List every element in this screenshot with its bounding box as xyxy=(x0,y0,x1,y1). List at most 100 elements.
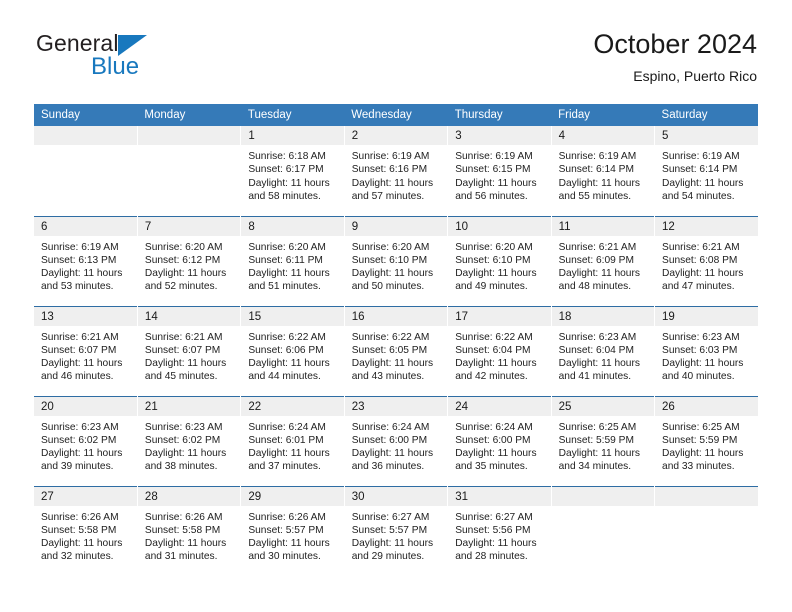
daylight-text-line1: Daylight: 11 hours xyxy=(248,448,330,460)
weekday-header-saturday: Saturday xyxy=(654,104,758,126)
calendar-day-cell[interactable]: 18 Sunrise: 6:23 AM Sunset: 6:04 PM Dayligh… xyxy=(551,305,656,396)
calendar-day-cell-empty xyxy=(137,126,242,216)
daylight-text-line1: Daylight: 11 hours xyxy=(455,358,537,370)
day-sun-info: Sunrise: 6:26 AM Sunset: 5:58 PM Daylight:… xyxy=(138,506,240,564)
daylight-text-line2: and 41 minutes. xyxy=(558,371,632,383)
day-number: 29 xyxy=(241,487,344,506)
weekday-header-monday: Monday xyxy=(137,104,241,126)
day-number: 18 xyxy=(551,307,654,326)
day-sun-info: Sunrise: 6:19 AM Sunset: 6:13 PM Daylight:… xyxy=(34,236,136,294)
sunrise-text: Sunrise: 6:26 AM xyxy=(144,511,223,523)
day-number: 4 xyxy=(551,126,654,145)
sunrise-text: Sunrise: 6:24 AM xyxy=(351,421,430,433)
daylight-text-line2: and 45 minutes. xyxy=(144,371,218,383)
general-blue-logo[interactable]: General Blue xyxy=(36,30,216,86)
calendar-day-cell[interactable]: 17 Sunrise: 6:22 AM Sunset: 6:04 PM Dayligh… xyxy=(447,305,552,396)
daylight-text-line1: Daylight: 11 hours xyxy=(41,448,123,460)
calendar-day-cell[interactable]: 19 Sunrise: 6:23 AM Sunset: 6:03 PM Dayligh… xyxy=(654,305,758,396)
daylight-text-line1: Daylight: 11 hours xyxy=(144,358,227,370)
weekday-header-friday: Friday xyxy=(551,104,655,126)
day-sun-info: Sunrise: 6:23 AM Sunset: 6:04 PM Daylight:… xyxy=(552,326,654,384)
calendar-day-cell[interactable]: 9 Sunrise: 6:20 AM Sunset: 6:10 PM Daylight… xyxy=(344,215,449,306)
day-number: 6 xyxy=(34,217,137,236)
sunset-text: Sunset: 6:01 PM xyxy=(248,434,324,446)
calendar-day-cell[interactable]: 28 Sunrise: 6:26 AM Sunset: 5:58 PM Dayligh… xyxy=(137,485,242,576)
calendar-day-cell[interactable]: 13 Sunrise: 6:21 AM Sunset: 6:07 PM Dayligh… xyxy=(34,305,138,396)
day-number: 25 xyxy=(551,397,654,416)
calendar-day-cell[interactable]: 30 Sunrise: 6:27 AM Sunset: 5:57 PM Dayligh… xyxy=(344,485,449,576)
day-number: 22 xyxy=(241,397,344,416)
daylight-text-line2: and 53 minutes. xyxy=(41,281,114,293)
sunset-text: Sunset: 6:02 PM xyxy=(41,434,117,446)
calendar-day-cell[interactable]: 6 Sunrise: 6:19 AM Sunset: 6:13 PM Daylight… xyxy=(34,215,138,306)
calendar-day-cell[interactable]: 31 Sunrise: 6:27 AM Sunset: 5:56 PM Dayligh… xyxy=(447,485,552,576)
calendar-day-cell[interactable]: 14 Sunrise: 6:21 AM Sunset: 6:07 PM Dayligh… xyxy=(137,305,242,396)
sunset-text: Sunset: 6:09 PM xyxy=(558,254,634,266)
sunset-text: Sunset: 6:08 PM xyxy=(662,254,738,266)
sunset-text: Sunset: 5:57 PM xyxy=(248,524,324,536)
calendar-day-cell[interactable]: 25 Sunrise: 6:25 AM Sunset: 5:59 PM Dayligh… xyxy=(551,395,656,486)
daylight-text-line2: and 35 minutes. xyxy=(455,461,528,473)
calendar-day-cell[interactable]: 11 Sunrise: 6:21 AM Sunset: 6:09 PM Dayligh… xyxy=(551,215,656,306)
day-sun-info: Sunrise: 6:23 AM Sunset: 6:03 PM Daylight:… xyxy=(655,326,758,384)
sunset-text: Sunset: 6:15 PM xyxy=(455,164,531,176)
daylight-text-line1: Daylight: 11 hours xyxy=(558,177,640,189)
day-number xyxy=(137,126,240,145)
weekday-header-wednesday: Wednesday xyxy=(344,104,448,126)
sunset-text: Sunset: 6:00 PM xyxy=(455,434,531,446)
sunrise-text: Sunrise: 6:25 AM xyxy=(662,421,740,433)
calendar-day-cell[interactable]: 24 Sunrise: 6:24 AM Sunset: 6:00 PM Dayligh… xyxy=(447,395,552,486)
daylight-text-line1: Daylight: 11 hours xyxy=(662,448,744,460)
calendar-day-cell[interactable]: 29 Sunrise: 6:26 AM Sunset: 5:57 PM Dayligh… xyxy=(240,485,345,576)
sunset-text: Sunset: 5:59 PM xyxy=(558,434,634,446)
calendar-day-cell[interactable]: 26 Sunrise: 6:25 AM Sunset: 5:59 PM Dayligh… xyxy=(654,395,758,486)
page-title: October 2024 xyxy=(593,29,757,59)
sunset-text: Sunset: 5:56 PM xyxy=(455,524,531,536)
calendar-day-cell[interactable]: 22 Sunrise: 6:24 AM Sunset: 6:01 PM Dayligh… xyxy=(240,395,345,486)
calendar-day-cell[interactable]: 16 Sunrise: 6:22 AM Sunset: 6:05 PM Dayligh… xyxy=(344,305,449,396)
sunset-text: Sunset: 6:05 PM xyxy=(351,344,428,356)
calendar-day-cell[interactable]: 27 Sunrise: 6:26 AM Sunset: 5:58 PM Dayligh… xyxy=(34,485,138,576)
day-sun-info: Sunrise: 6:21 AM Sunset: 6:09 PM Daylight:… xyxy=(552,236,654,294)
calendar-day-cell[interactable]: 20 Sunrise: 6:23 AM Sunset: 6:02 PM Dayligh… xyxy=(34,395,138,486)
calendar-day-cell-empty xyxy=(34,126,138,216)
calendar-day-cell[interactable]: 3 Sunrise: 6:19 AM Sunset: 6:15 PM Daylight… xyxy=(447,126,552,216)
day-number: 24 xyxy=(448,397,551,416)
sunset-text: Sunset: 6:11 PM xyxy=(248,254,323,266)
calendar-day-cell[interactable]: 4 Sunrise: 6:19 AM Sunset: 6:14 PM Daylight… xyxy=(551,126,656,216)
daylight-text-line2: and 40 minutes. xyxy=(662,371,735,383)
calendar-day-cell[interactable]: 21 Sunrise: 6:23 AM Sunset: 6:02 PM Dayligh… xyxy=(137,395,242,486)
calendar-day-cell[interactable]: 23 Sunrise: 6:24 AM Sunset: 6:00 PM Dayligh… xyxy=(344,395,449,486)
day-sun-info: Sunrise: 6:25 AM Sunset: 5:59 PM Daylight:… xyxy=(655,416,758,474)
day-number: 26 xyxy=(655,397,758,416)
calendar-day-cell[interactable]: 2 Sunrise: 6:19 AM Sunset: 6:16 PM Daylight… xyxy=(344,126,449,216)
calendar-day-cell[interactable]: 10 Sunrise: 6:20 AM Sunset: 6:10 PM Dayligh… xyxy=(447,215,552,306)
calendar-week-row: 13 Sunrise: 6:21 AM Sunset: 6:07 PM Dayligh… xyxy=(34,305,758,396)
day-number xyxy=(34,126,137,145)
day-number: 1 xyxy=(241,126,344,145)
sunrise-text: Sunrise: 6:21 AM xyxy=(558,241,637,253)
calendar-day-cell[interactable]: 7 Sunrise: 6:20 AM Sunset: 6:12 PM Daylight… xyxy=(137,215,242,306)
sunrise-text: Sunrise: 6:27 AM xyxy=(455,511,533,523)
daylight-text-line2: and 29 minutes. xyxy=(351,551,425,563)
day-number: 27 xyxy=(34,487,137,506)
daylight-text-line1: Daylight: 11 hours xyxy=(455,538,537,550)
daylight-text-line2: and 49 minutes. xyxy=(455,281,528,293)
sunrise-text: Sunrise: 6:20 AM xyxy=(248,241,326,253)
calendar-day-cell[interactable]: 8 Sunrise: 6:20 AM Sunset: 6:11 PM Daylight… xyxy=(240,215,345,306)
day-number xyxy=(655,487,758,506)
sunrise-text: Sunrise: 6:20 AM xyxy=(351,241,430,253)
daylight-text-line2: and 44 minutes. xyxy=(248,371,321,383)
calendar-day-cell[interactable]: 5 Sunrise: 6:19 AM Sunset: 6:14 PM Daylight… xyxy=(654,126,758,216)
sunrise-text: Sunrise: 6:19 AM xyxy=(455,151,533,162)
calendar-day-cell[interactable]: 12 Sunrise: 6:21 AM Sunset: 6:08 PM Dayligh… xyxy=(654,215,758,306)
sunset-text: Sunset: 5:57 PM xyxy=(351,524,428,536)
calendar-day-cell[interactable]: 1 Sunrise: 6:18 AM Sunset: 6:17 PM Daylight… xyxy=(240,126,345,216)
daylight-text-line2: and 46 minutes. xyxy=(41,371,114,383)
day-number: 5 xyxy=(655,126,758,145)
sunset-text: Sunset: 6:07 PM xyxy=(41,344,117,356)
daylight-text-line1: Daylight: 11 hours xyxy=(455,177,537,189)
calendar-day-cell[interactable]: 15 Sunrise: 6:22 AM Sunset: 6:06 PM Dayligh… xyxy=(240,305,345,396)
day-sun-info: Sunrise: 6:19 AM Sunset: 6:15 PM Daylight:… xyxy=(448,145,550,203)
sunrise-text: Sunrise: 6:23 AM xyxy=(662,331,740,343)
